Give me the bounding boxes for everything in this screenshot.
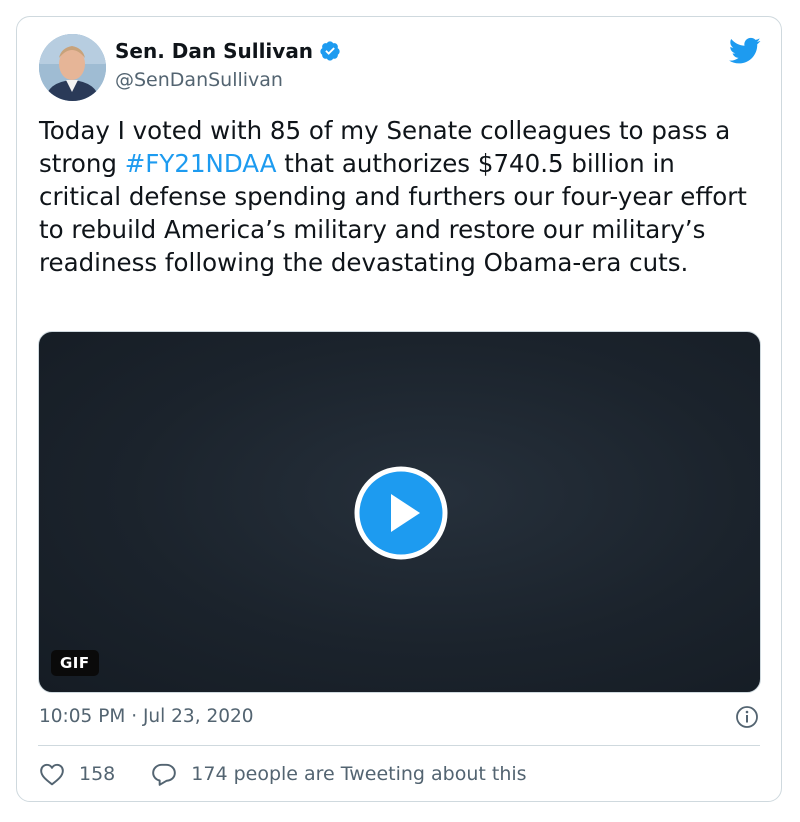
author-handle[interactable]: @SenDanSullivan	[115, 69, 283, 91]
like-action[interactable]: 158	[39, 762, 115, 786]
gif-badge: GIF	[51, 650, 99, 676]
info-icon[interactable]	[735, 705, 759, 729]
divider	[38, 745, 760, 746]
play-icon[interactable]	[354, 466, 448, 560]
author-name[interactable]: Sen. Dan Sullivan	[115, 39, 313, 63]
heart-icon[interactable]	[39, 762, 65, 786]
twitter-bird-icon[interactable]	[729, 37, 761, 65]
avatar[interactable]	[39, 34, 106, 101]
author-name-row: Sen. Dan Sullivan	[115, 39, 341, 63]
tweet-card[interactable]: Sen. Dan Sullivan @SenDanSullivan Today …	[16, 16, 782, 802]
verified-badge-icon	[320, 41, 340, 61]
conversation-action[interactable]: 174 people are Tweeting about this	[151, 762, 527, 786]
tweet-text: Today I voted with 85 of my Senate colle…	[39, 114, 755, 279]
tweet-actions: 158 174 people are Tweeting about this	[39, 762, 527, 786]
gif-media[interactable]: GIF	[38, 331, 761, 693]
speech-bubble-icon[interactable]	[151, 762, 177, 786]
hashtag-link[interactable]: #FY21NDAA	[125, 149, 277, 178]
like-count: 158	[79, 763, 116, 785]
conversation-text: 174 people are Tweeting about this	[191, 763, 527, 785]
tweet-timestamp[interactable]: 10:05 PM · Jul 23, 2020	[39, 706, 254, 727]
